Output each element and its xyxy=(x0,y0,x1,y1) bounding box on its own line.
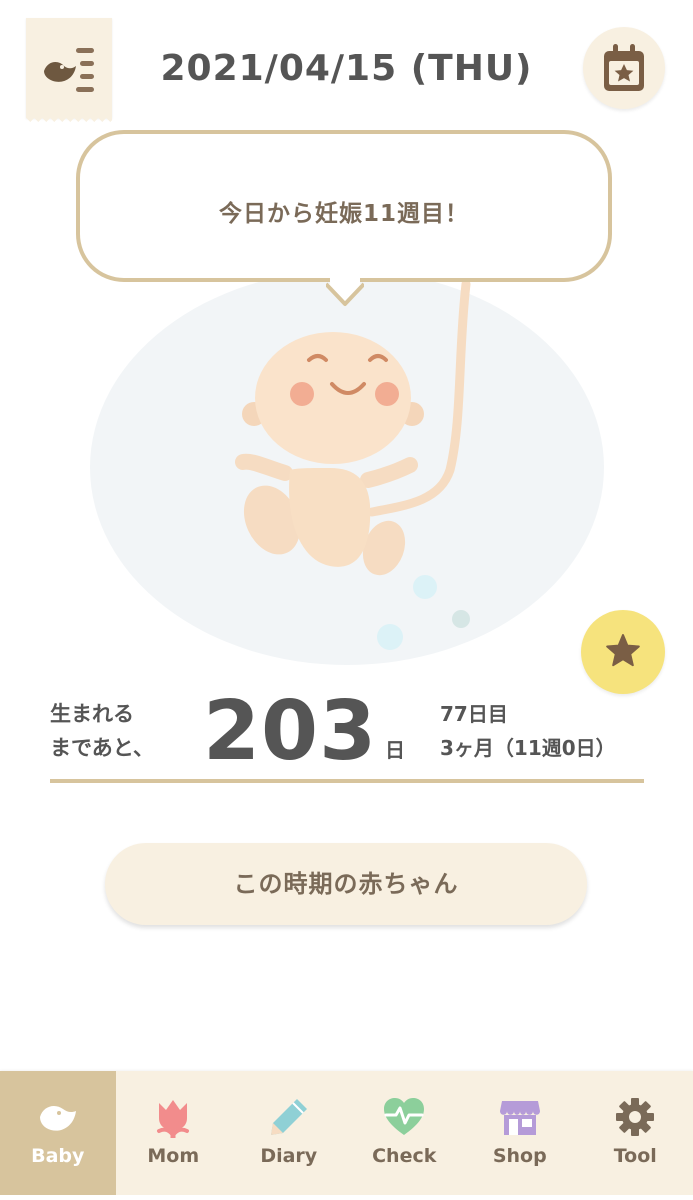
heart-pulse-icon xyxy=(384,1098,425,1135)
star-icon xyxy=(606,634,640,667)
speech-bubble-tail xyxy=(326,278,364,306)
tab-mom[interactable]: Mom xyxy=(116,1071,232,1195)
baby-this-period-button[interactable]: この時期の赤ちゃん xyxy=(105,843,587,925)
tab-check[interactable]: Check xyxy=(347,1071,463,1195)
tab-shop[interactable]: Shop xyxy=(462,1071,578,1195)
tab-baby[interactable]: Baby xyxy=(0,1071,116,1195)
tab-baby-label: Baby xyxy=(31,1145,85,1167)
gear-icon xyxy=(616,1098,655,1136)
bottom-edge-gap xyxy=(0,1195,693,1200)
tulip-icon xyxy=(157,1100,190,1139)
tab-check-label: Check xyxy=(372,1145,437,1167)
tab-diary[interactable]: Diary xyxy=(231,1071,347,1195)
tab-shop-label: Shop xyxy=(492,1145,547,1167)
tab-tool[interactable]: Tool xyxy=(578,1071,693,1195)
tab-tool-label: Tool xyxy=(613,1145,657,1167)
pregnancy-week-message: 今日から妊娠11週目！ xyxy=(218,201,469,227)
speech-bubble: 今日から妊娠11週目！ xyxy=(76,130,612,282)
tab-mom-label: Mom xyxy=(147,1145,200,1167)
day-count: 77日目 xyxy=(440,702,508,726)
countdown-divider xyxy=(50,779,644,783)
month-week-count: 3ヶ月（11週0日） xyxy=(440,736,616,760)
baby-bird-icon xyxy=(39,1105,76,1131)
bottom-tab-bar: Baby Mom Diary Check Shop Tool xyxy=(0,1071,693,1195)
countdown-label: 生まれる まであと、 xyxy=(50,697,154,765)
pregnancy-progress-info: 77日目 3ヶ月（11週0日） xyxy=(440,697,616,765)
baby-illustration xyxy=(235,279,471,650)
days-unit: 日 xyxy=(385,738,405,762)
favorite-button[interactable] xyxy=(581,610,665,694)
tab-diary-label: Diary xyxy=(260,1145,318,1167)
shop-icon xyxy=(499,1101,540,1135)
countdown-label-line2: まであと、 xyxy=(50,736,154,760)
countdown-label-line1: 生まれる xyxy=(50,702,134,726)
pencil-icon xyxy=(270,1099,307,1135)
pregnancy-app-screen: 2021/04/15 (THU) 今日から妊娠11週目！ 生まれる まであと、 … xyxy=(0,0,693,1200)
